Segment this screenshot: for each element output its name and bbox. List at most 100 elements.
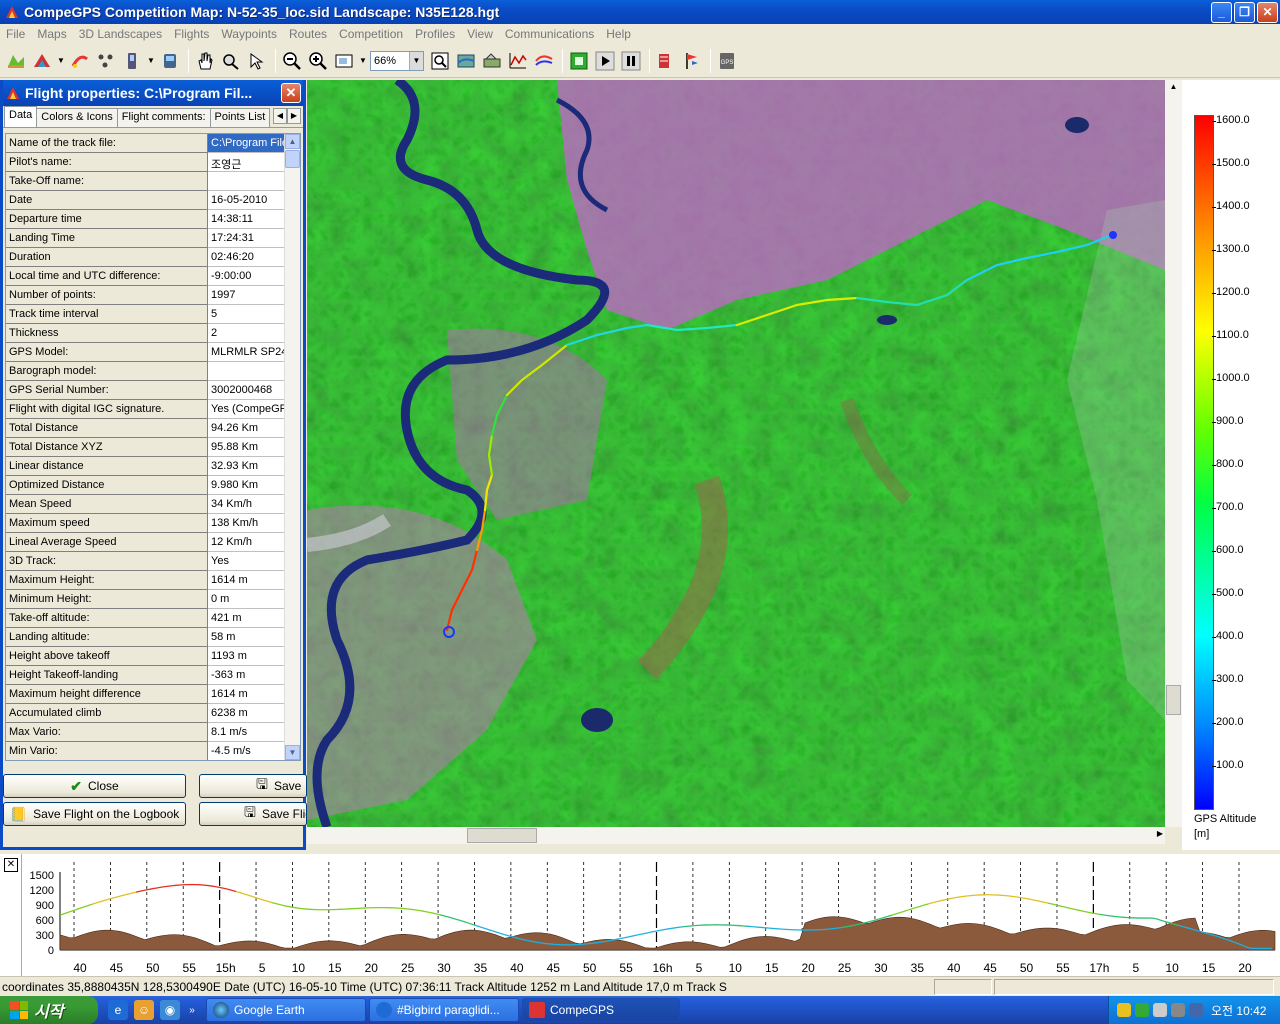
property-value[interactable]: Yes (CompeGPS [208,400,286,419]
grid-scrollbar[interactable]: ▲ ▼ [284,134,300,760]
menu-maps[interactable]: Maps [31,27,72,41]
ime-icon[interactable] [1189,1003,1203,1017]
profile-chart[interactable]: 15001200900600300040 45 50 55 15h 5 10 15 20 25 30… [0,854,1280,978]
takeoff-marker[interactable] [1109,231,1117,239]
menu-routes[interactable]: Routes [283,27,333,41]
minimize-button[interactable]: _ [1211,1,1232,23]
property-row[interactable]: Min Vario: -4.5 m/s [6,742,300,760]
open-map-icon[interactable] [4,49,28,73]
restore-button[interactable]: ❐ [1234,1,1255,23]
tab-scroll-left-icon[interactable]: ◀ [273,108,287,124]
property-value[interactable]: 1614 m [208,685,286,704]
property-value[interactable]: 8.1 m/s [208,723,286,742]
property-value[interactable]: C:\Program Files [208,134,286,153]
map-scroll-right-icon[interactable]: ▶ [1157,829,1163,838]
property-row[interactable]: Maximum Height: 1614 m [6,571,300,590]
property-row[interactable]: Lineal Average Speed 12 Km/h [6,533,300,552]
antivirus-icon[interactable] [1135,1003,1149,1017]
map-view[interactable] [307,80,1165,827]
property-row[interactable]: Optimized Distance 9.980 Km [6,476,300,495]
zoom-select[interactable]: 66% ▼ [370,50,424,71]
property-value[interactable]: 3002000468 [208,381,286,400]
pause-icon[interactable] [619,49,643,73]
tab-scroll-right-icon[interactable]: ▶ [287,108,301,124]
task-google-earth[interactable]: Google Earth [206,998,366,1022]
property-row[interactable]: 3D Track: Yes [6,552,300,571]
menu-flights[interactable]: Flights [168,27,215,41]
satellite-map[interactable] [307,80,1165,827]
pointer-icon[interactable] [245,49,269,73]
property-row[interactable]: Total Distance 94.26 Km [6,419,300,438]
panel-title-bar[interactable]: Flight properties: C:\Program Fil... ✕ [3,80,303,106]
property-row[interactable]: Max Vario: 8.1 m/s [6,723,300,742]
property-value[interactable]: 1614 m [208,571,286,590]
save-button[interactable]: 🖫 Save [199,774,307,798]
property-row[interactable]: Flight with digital IGC signature. Yes (C… [6,400,300,419]
pan-hand-icon[interactable] [193,49,217,73]
play-icon[interactable] [593,49,617,73]
waypoints-icon[interactable] [94,49,118,73]
property-row[interactable]: Barograph model: [6,362,300,381]
property-row[interactable]: Departure time 14:38:11 [6,210,300,229]
property-value[interactable]: -4.5 m/s [208,742,286,760]
save-flight-button[interactable]: 🖫 Save Flig [199,802,307,826]
property-value[interactable]: -9:00:00 [208,267,286,286]
dropdown-arrow-icon-2[interactable]: ▼ [146,49,156,73]
task-browser[interactable]: #Bigbird paraglidi... [369,998,519,1022]
property-row[interactable]: Mean Speed 34 Km/h [6,495,300,514]
property-row[interactable]: Name of the track file: C:\Program Files [6,134,300,153]
tab-points-list[interactable]: Points List [209,108,271,127]
tab-colors-icons[interactable]: Colors & Icons [36,108,118,127]
property-value[interactable]: MLRMLR SP24 [208,343,286,362]
competition-icon[interactable] [654,49,678,73]
start-button[interactable]: 시작 [0,996,98,1024]
map-layer-icon[interactable] [454,49,478,73]
dropdown-arrow-icon-3[interactable]: ▼ [358,49,368,73]
property-value[interactable]: 14:38:11 [208,210,286,229]
property-value[interactable]: 16-05-2010 [208,191,286,210]
profile-chart-icon[interactable] [506,49,530,73]
property-row[interactable]: Landing Time 17:24:31 [6,229,300,248]
altitude-profile[interactable]: ✕ 1500 1200 900 600 300 0 40 45 50 55 15h 5 10 15 20 25… [0,852,1280,978]
find-icon[interactable] [428,49,452,73]
property-row[interactable]: Pilot's name: 조영근 [6,153,300,172]
property-value[interactable]: 9.980 Km [208,476,286,495]
property-value[interactable]: 421 m [208,609,286,628]
property-row[interactable]: Accumulated climb 6238 m [6,704,300,723]
scroll-thumb[interactable] [285,150,300,168]
map-horizontal-scrollbar[interactable]: ▶ [307,827,1165,844]
menu-file[interactable]: File [0,27,31,41]
zoom-in-icon[interactable] [306,49,330,73]
property-row[interactable]: Take-Off name: [6,172,300,191]
tab-flight-comments[interactable]: Flight comments: [116,108,211,127]
map-scroll-up-icon[interactable]: ▲ [1167,82,1180,95]
panel-close-button[interactable]: ✕ [281,83,301,103]
flag-route-icon[interactable] [680,49,704,73]
property-value[interactable]: 02:46:20 [208,248,286,267]
google-earth-quicklaunch-icon[interactable]: ◉ [160,1000,180,1020]
zoom-window-icon[interactable] [332,49,356,73]
property-value[interactable]: 34 Km/h [208,495,286,514]
menu-3d-landscapes[interactable]: 3D Landscapes [73,27,168,41]
property-value[interactable]: 32.93 Km [208,457,286,476]
menu-waypoints[interactable]: Waypoints [215,27,283,41]
property-value[interactable]: 94.26 Km [208,419,286,438]
menu-profiles[interactable]: Profiles [409,27,461,41]
network-icon[interactable] [1153,1003,1167,1017]
property-row[interactable]: Local time and UTC difference: -9:00:00 [6,267,300,286]
menu-competition[interactable]: Competition [333,27,409,41]
property-row[interactable]: Maximum height difference 1614 m [6,685,300,704]
scroll-down-icon[interactable]: ▼ [285,745,300,760]
map-vscroll-thumb[interactable] [1166,685,1181,715]
save-logbook-button[interactable]: 📒 Save Flight on the Logbook [3,802,186,826]
property-value[interactable]: 1193 m [208,647,286,666]
dropdown-arrow-icon[interactable]: ▼ [56,49,66,73]
zoom-out-icon[interactable] [280,49,304,73]
property-value[interactable]: 1997 [208,286,286,305]
gps-icon[interactable]: GPS [715,49,739,73]
property-row[interactable]: Minimum Height: 0 m [6,590,300,609]
track-analysis-icon[interactable] [532,49,556,73]
property-value[interactable]: 0 m [208,590,286,609]
property-row[interactable]: Track time interval 5 [6,305,300,324]
title-bar[interactable]: CompeGPS Competition Map: N-52-35_loc.si… [0,0,1280,24]
